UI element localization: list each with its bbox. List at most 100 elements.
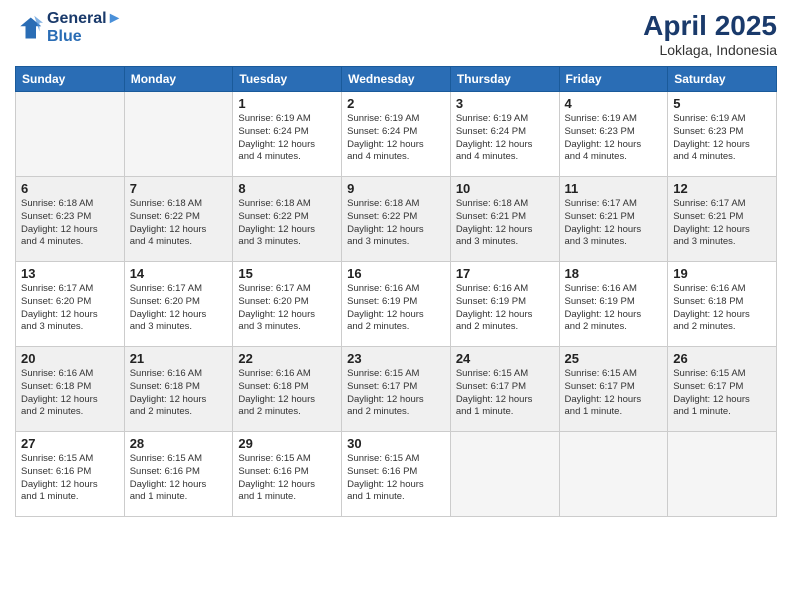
day-number: 1 xyxy=(238,96,336,111)
calendar-cell: 17 Sunrise: 6:16 AM Sunset: 6:19 PM Dayli… xyxy=(450,262,559,347)
day-info: Sunrise: 6:15 AM Sunset: 6:17 PM Dayligh… xyxy=(456,368,554,419)
day-info: Sunrise: 6:16 AM Sunset: 6:19 PM Dayligh… xyxy=(347,283,445,334)
day-info: Sunrise: 6:16 AM Sunset: 6:18 PM Dayligh… xyxy=(130,368,228,419)
day-number: 14 xyxy=(130,266,228,281)
calendar-week-2: 6Sunrise: 6:18 AM Sunset: 6:23 PM Daylig… xyxy=(16,177,777,262)
day-number: 21 xyxy=(130,351,228,366)
calendar-cell: 18Sunrise: 6:16 AM Sunset: 6:19 PM Dayli… xyxy=(559,262,668,347)
calendar-cell: 8 Sunrise: 6:18 AM Sunset: 6:22 PM Daylig… xyxy=(233,177,342,262)
calendar-header-row: Sunday Monday Tuesday Wednesday Thursday… xyxy=(16,67,777,92)
calendar-cell: 4 Sunrise: 6:19 AM Sunset: 6:23 PM Daylig… xyxy=(559,92,668,177)
calendar-cell: 21 Sunrise: 6:16 AM Sunset: 6:18 PM Dayli… xyxy=(124,347,233,432)
day-number: 29 xyxy=(238,436,336,451)
day-info: Sunrise: 6:16 AM Sunset: 6:18 PM Dayligh… xyxy=(21,368,119,419)
day-info: Sunrise: 6:18 AM Sunset: 6:23 PM Dayligh… xyxy=(21,198,119,249)
col-saturday: Saturday xyxy=(668,67,777,92)
day-number: 15 xyxy=(238,266,336,281)
calendar-cell: 23 Sunrise: 6:15 AM Sunset: 6:17 PM Dayli… xyxy=(342,347,451,432)
calendar-cell: 2Sunrise: 6:19 AM Sunset: 6:24 PM Daylig… xyxy=(342,92,451,177)
day-info: Sunrise: 6:17 AM Sunset: 6:21 PM Dayligh… xyxy=(673,198,771,249)
col-thursday: Thursday xyxy=(450,67,559,92)
day-info: Sunrise: 6:17 AM Sunset: 6:20 PM Dayligh… xyxy=(21,283,119,334)
calendar-cell: 11Sunrise: 6:17 AM Sunset: 6:21 PM Dayli… xyxy=(559,177,668,262)
day-info: Sunrise: 6:18 AM Sunset: 6:22 PM Dayligh… xyxy=(347,198,445,249)
day-info: Sunrise: 6:17 AM Sunset: 6:20 PM Dayligh… xyxy=(130,283,228,334)
day-number: 5 xyxy=(673,96,771,111)
day-info: Sunrise: 6:16 AM Sunset: 6:18 PM Dayligh… xyxy=(238,368,336,419)
day-info: Sunrise: 6:15 AM Sunset: 6:17 PM Dayligh… xyxy=(347,368,445,419)
calendar-cell xyxy=(16,92,125,177)
day-number: 10 xyxy=(456,181,554,196)
day-info: Sunrise: 6:19 AM Sunset: 6:23 PM Dayligh… xyxy=(673,113,771,164)
calendar-cell: 3 Sunrise: 6:19 AM Sunset: 6:24 PM Daylig… xyxy=(450,92,559,177)
day-number: 4 xyxy=(565,96,663,111)
day-number: 16 xyxy=(347,266,445,281)
header: General► Blue April 2025 Loklaga, Indone… xyxy=(15,10,777,58)
day-number: 23 xyxy=(347,351,445,366)
day-number: 9 xyxy=(347,181,445,196)
calendar-cell xyxy=(668,432,777,517)
day-number: 30 xyxy=(347,436,445,451)
calendar-cell: 19 Sunrise: 6:16 AM Sunset: 6:18 PM Dayli… xyxy=(668,262,777,347)
day-number: 26 xyxy=(673,351,771,366)
calendar-week-5: 27 Sunrise: 6:15 AM Sunset: 6:16 PM Dayli… xyxy=(16,432,777,517)
day-info: Sunrise: 6:18 AM Sunset: 6:22 PM Dayligh… xyxy=(130,198,228,249)
col-wednesday: Wednesday xyxy=(342,67,451,92)
calendar-cell: 5 Sunrise: 6:19 AM Sunset: 6:23 PM Daylig… xyxy=(668,92,777,177)
logo-text: General► Blue xyxy=(47,10,122,45)
calendar-week-3: 13Sunrise: 6:17 AM Sunset: 6:20 PM Dayli… xyxy=(16,262,777,347)
calendar-cell: 30 Sunrise: 6:15 AM Sunset: 6:16 PM Dayli… xyxy=(342,432,451,517)
logo-line2: Blue xyxy=(47,28,122,46)
calendar-cell: 12Sunrise: 6:17 AM Sunset: 6:21 PM Dayli… xyxy=(668,177,777,262)
day-info: Sunrise: 6:19 AM Sunset: 6:23 PM Dayligh… xyxy=(565,113,663,164)
day-info: Sunrise: 6:16 AM Sunset: 6:18 PM Dayligh… xyxy=(673,283,771,334)
calendar-cell: 26 Sunrise: 6:15 AM Sunset: 6:17 PM Dayli… xyxy=(668,347,777,432)
calendar-cell: 15 Sunrise: 6:17 AM Sunset: 6:20 PM Dayli… xyxy=(233,262,342,347)
day-info: Sunrise: 6:18 AM Sunset: 6:22 PM Dayligh… xyxy=(238,198,336,249)
day-number: 8 xyxy=(238,181,336,196)
page: General► Blue April 2025 Loklaga, Indone… xyxy=(0,0,792,612)
calendar-cell: 10 Sunrise: 6:18 AM Sunset: 6:21 PM Dayli… xyxy=(450,177,559,262)
day-number: 27 xyxy=(21,436,119,451)
calendar-cell: 14 Sunrise: 6:17 AM Sunset: 6:20 PM Dayli… xyxy=(124,262,233,347)
day-info: Sunrise: 6:17 AM Sunset: 6:21 PM Dayligh… xyxy=(565,198,663,249)
day-info: Sunrise: 6:15 AM Sunset: 6:16 PM Dayligh… xyxy=(347,453,445,504)
day-number: 17 xyxy=(456,266,554,281)
calendar-cell: 9 Sunrise: 6:18 AM Sunset: 6:22 PM Daylig… xyxy=(342,177,451,262)
day-info: Sunrise: 6:15 AM Sunset: 6:16 PM Dayligh… xyxy=(21,453,119,504)
day-info: Sunrise: 6:15 AM Sunset: 6:17 PM Dayligh… xyxy=(673,368,771,419)
day-number: 22 xyxy=(238,351,336,366)
logo-icon xyxy=(15,14,43,42)
day-number: 20 xyxy=(21,351,119,366)
day-info: Sunrise: 6:18 AM Sunset: 6:21 PM Dayligh… xyxy=(456,198,554,249)
calendar-cell: 13Sunrise: 6:17 AM Sunset: 6:20 PM Dayli… xyxy=(16,262,125,347)
calendar-cell xyxy=(124,92,233,177)
col-sunday: Sunday xyxy=(16,67,125,92)
calendar-cell: 20 Sunrise: 6:16 AM Sunset: 6:18 PM Dayli… xyxy=(16,347,125,432)
day-number: 19 xyxy=(673,266,771,281)
calendar-cell: 28Sunrise: 6:15 AM Sunset: 6:16 PM Dayli… xyxy=(124,432,233,517)
day-info: Sunrise: 6:19 AM Sunset: 6:24 PM Dayligh… xyxy=(456,113,554,164)
col-monday: Monday xyxy=(124,67,233,92)
day-info: Sunrise: 6:16 AM Sunset: 6:19 PM Dayligh… xyxy=(456,283,554,334)
day-number: 3 xyxy=(456,96,554,111)
calendar-cell: 16 Sunrise: 6:16 AM Sunset: 6:19 PM Dayli… xyxy=(342,262,451,347)
calendar-cell: 1 Sunrise: 6:19 AM Sunset: 6:24 PM Daylig… xyxy=(233,92,342,177)
day-info: Sunrise: 6:15 AM Sunset: 6:17 PM Dayligh… xyxy=(565,368,663,419)
day-info: Sunrise: 6:17 AM Sunset: 6:20 PM Dayligh… xyxy=(238,283,336,334)
day-info: Sunrise: 6:19 AM Sunset: 6:24 PM Dayligh… xyxy=(347,113,445,164)
col-tuesday: Tuesday xyxy=(233,67,342,92)
month-title: April 2025 xyxy=(643,10,777,42)
title-block: April 2025 Loklaga, Indonesia xyxy=(643,10,777,58)
calendar-week-4: 20 Sunrise: 6:16 AM Sunset: 6:18 PM Dayli… xyxy=(16,347,777,432)
calendar-cell: 27 Sunrise: 6:15 AM Sunset: 6:16 PM Dayli… xyxy=(16,432,125,517)
day-number: 24 xyxy=(456,351,554,366)
calendar-cell: 24 Sunrise: 6:15 AM Sunset: 6:17 PM Dayli… xyxy=(450,347,559,432)
calendar-cell: 6Sunrise: 6:18 AM Sunset: 6:23 PM Daylig… xyxy=(16,177,125,262)
calendar-cell xyxy=(559,432,668,517)
day-info: Sunrise: 6:15 AM Sunset: 6:16 PM Dayligh… xyxy=(130,453,228,504)
calendar-cell: 25Sunrise: 6:15 AM Sunset: 6:17 PM Dayli… xyxy=(559,347,668,432)
day-number: 18 xyxy=(565,266,663,281)
day-number: 7 xyxy=(130,181,228,196)
day-info: Sunrise: 6:19 AM Sunset: 6:24 PM Dayligh… xyxy=(238,113,336,164)
